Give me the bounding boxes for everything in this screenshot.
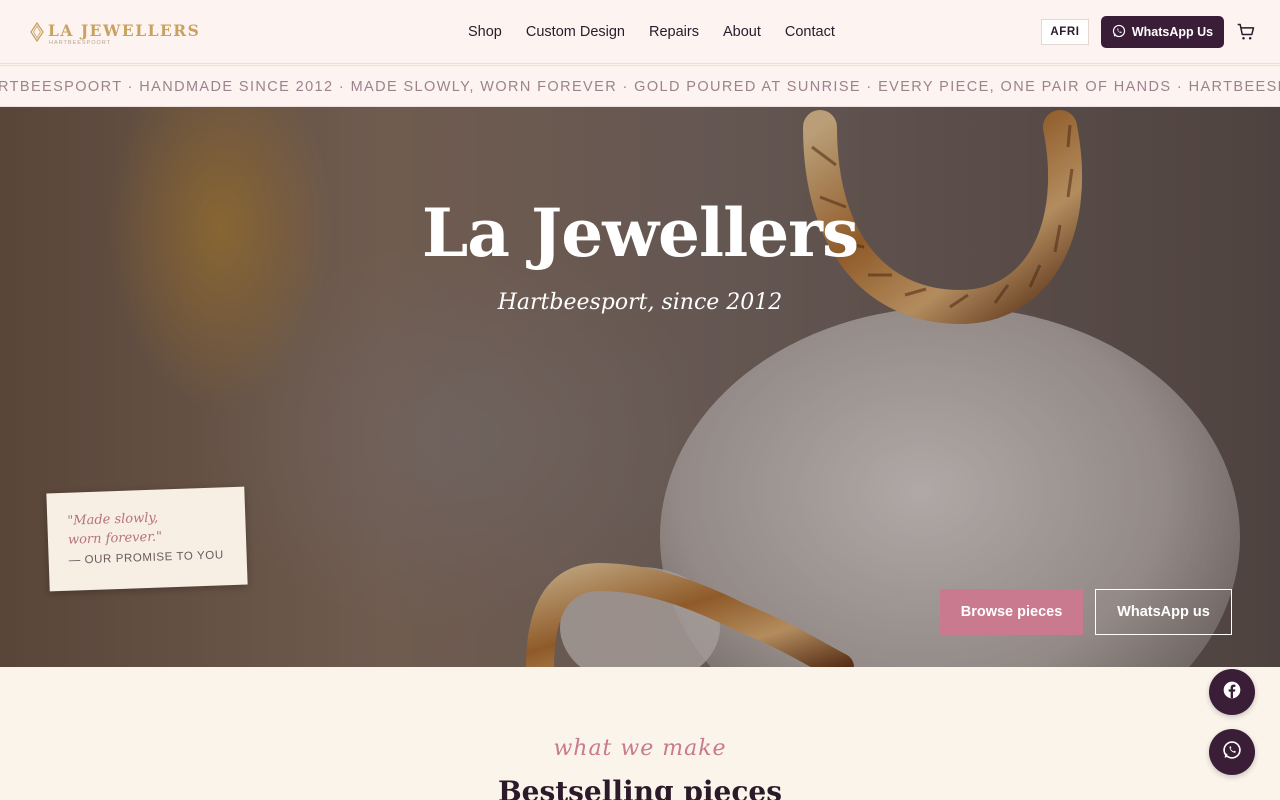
hero-title: La Jewellers	[421, 194, 859, 272]
section-title: Bestselling pieces	[497, 775, 782, 800]
nav-custom-design[interactable]: Custom Design	[526, 22, 625, 42]
nav-about[interactable]: About	[723, 22, 761, 42]
nav-contact[interactable]: Contact	[785, 22, 835, 42]
ticker-text: RTBEESPOORT · HANDMADE SINCE 2012 · MADE…	[0, 79, 1280, 95]
hero-subtitle: Hartbeesport, since 2012	[497, 290, 783, 315]
brand-tagline: HARTBEESPOORT	[49, 40, 112, 46]
facebook-button[interactable]	[1209, 669, 1255, 715]
whatsapp-icon	[1222, 740, 1242, 765]
header-whatsapp-button[interactable]: WhatsApp Us	[1101, 16, 1224, 48]
site-header: LA JEWELLERS HARTBEESPOORT Shop Custom D…	[0, 0, 1280, 64]
facebook-icon	[1222, 680, 1242, 705]
nav-repairs[interactable]: Repairs	[649, 22, 699, 42]
brand-name: LA JEWELLERS	[48, 21, 201, 40]
hero-whatsapp-button[interactable]: WhatsApp us	[1095, 589, 1232, 635]
nav-shop[interactable]: Shop	[468, 22, 502, 42]
diamond-icon	[30, 22, 44, 42]
browse-pieces-button[interactable]: Browse pieces	[940, 589, 1083, 635]
logo[interactable]: LA JEWELLERS HARTBEESPOORT	[30, 22, 200, 46]
whatsapp-float-button[interactable]	[1209, 729, 1255, 775]
section-eyebrow: what we make	[553, 736, 727, 761]
language-toggle[interactable]: AFRI	[1041, 19, 1089, 45]
cart-icon[interactable]	[1236, 22, 1256, 42]
hero-section: La Jewellers Hartbeesport, since 2012 "M…	[0, 107, 1280, 667]
announcement-ticker: RTBEESPOORT · HANDMADE SINCE 2012 · MADE…	[0, 65, 1280, 107]
promise-note: "Made slowly, worn forever." — OUR PROMI…	[46, 486, 248, 592]
whatsapp-icon	[1112, 24, 1126, 41]
main-nav: Shop Custom Design Repairs About Contact	[468, 22, 835, 42]
note-line-2: worn forever."	[67, 529, 163, 548]
header-whatsapp-label: WhatsApp Us	[1131, 25, 1214, 39]
